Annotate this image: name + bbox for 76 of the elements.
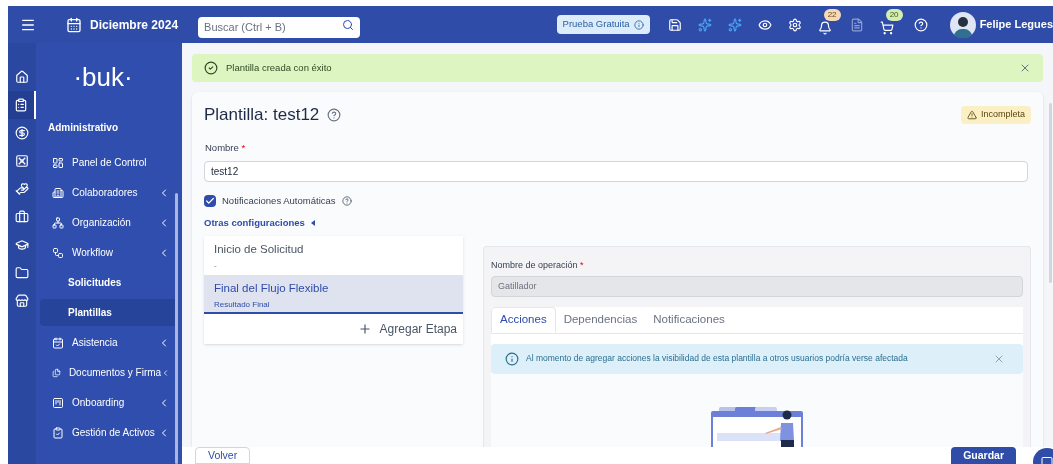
workflow-icon	[52, 246, 64, 259]
checkbox[interactable]	[204, 194, 216, 207]
hand-heart-icon[interactable]	[15, 182, 29, 196]
briefcase-icon[interactable]	[15, 210, 29, 224]
clipboard-icon[interactable]	[14, 98, 28, 112]
add-stage-button[interactable]: Agregar Etapa	[357, 320, 457, 338]
stage-item[interactable]: Final del Flujo Flexible Resultado Final	[204, 275, 463, 314]
field-label: Nombre *	[205, 141, 246, 153]
eye-icon[interactable]	[757, 17, 772, 32]
sidebar-item[interactable]: Workflow	[40, 239, 178, 266]
sidebar-item[interactable]: Plantillas	[40, 299, 178, 326]
cart-count: 20	[885, 8, 903, 21]
sparkle-icon[interactable]	[727, 17, 742, 32]
search-field[interactable]: Buscar (Ctrl + B)	[198, 16, 361, 38]
calendar-icon	[52, 336, 64, 349]
stage-subtitle: Resultado Final	[214, 299, 271, 312]
save-button[interactable]: Guardar	[951, 447, 1016, 464]
trial-badge[interactable]: Prueba Gratuita	[556, 15, 650, 34]
network-icon	[52, 216, 64, 229]
tab[interactable]: Dependencias	[555, 306, 646, 333]
sidebar-item[interactable]: Panel de Control	[40, 149, 178, 176]
sidebar-item[interactable]: Solicitudes	[40, 269, 178, 296]
dashboard-icon	[52, 156, 64, 169]
other-settings-link[interactable]: Otras configuraciones	[204, 215, 305, 230]
board-icon	[52, 396, 64, 409]
document-icon[interactable]	[849, 17, 864, 32]
clipboard-icon	[52, 426, 64, 439]
sidebar-item[interactable]: Colaboradores	[40, 179, 178, 206]
sparkle-icon[interactable]	[697, 17, 712, 32]
stage-title: Inicio de Solicitud	[214, 242, 305, 257]
calendar-icon	[66, 16, 82, 33]
sidebar-scrollbar[interactable]	[175, 193, 178, 464]
name-field[interactable]: test12	[204, 160, 1028, 182]
status-badge: Incompleta	[960, 106, 1031, 124]
warning-icon	[966, 109, 977, 120]
notification-count: 22	[823, 8, 841, 21]
avatar[interactable]	[949, 11, 976, 38]
save-icon[interactable]	[667, 17, 682, 32]
stage-title: Final del Flujo Flexible	[214, 281, 330, 296]
back-button[interactable]: Volver	[195, 447, 251, 464]
sidebar-item[interactable]: Onboarding	[40, 389, 178, 416]
tab[interactable]: Notificaciones	[645, 306, 733, 333]
stage-item[interactable]: Inicio de Solicitud -	[204, 236, 463, 275]
tab[interactable]: Acciones	[491, 306, 556, 333]
alert-message: Plantilla creada con éxito	[226, 60, 332, 75]
info-icon	[505, 351, 519, 366]
checkbox-label: Notificaciones Automáticas	[222, 193, 336, 208]
user-name[interactable]: Felipe Legues	[979, 16, 1053, 33]
bell-icon[interactable]	[817, 20, 832, 35]
stage-subtitle: -	[214, 260, 218, 273]
caret-icon[interactable]	[310, 219, 315, 226]
sidebar-item[interactable]: Asistencia	[40, 329, 178, 356]
sidebar-item[interactable]: Gestión de Activos	[40, 419, 178, 446]
settings-icon[interactable]	[787, 17, 802, 32]
page-scrollbar[interactable]	[1049, 103, 1052, 283]
page-title: Plantilla: test12	[204, 104, 320, 126]
section-title: Administrativo	[48, 121, 119, 135]
info-message: Al momento de agregar acciones la visibilidad de esta plantilla a otros usuarios podría verse afectada	[526, 352, 909, 365]
close-icon[interactable]	[1019, 62, 1031, 74]
store-icon[interactable]	[15, 294, 29, 308]
current-month[interactable]: Diciembre 2024	[90, 15, 179, 34]
info-icon	[633, 19, 644, 30]
dollar-icon[interactable]	[15, 126, 29, 140]
logo[interactable]: ·buk·	[24, 58, 182, 98]
sidebar-item[interactable]: Organización	[40, 209, 178, 236]
folder-icon[interactable]	[15, 266, 29, 280]
search-icon[interactable]	[342, 19, 355, 31]
graduation-cap-icon[interactable]	[15, 238, 29, 252]
cart-icon[interactable]	[879, 20, 894, 35]
check-circle-icon	[204, 61, 218, 75]
documents-icon	[52, 366, 61, 379]
field-label: Nombre de operación *	[491, 259, 585, 272]
help-icon[interactable]	[327, 107, 342, 122]
plus-icon	[357, 322, 372, 336]
sidebar-item[interactable]: Documentos y Firma	[40, 359, 178, 386]
home-icon[interactable]	[15, 70, 29, 84]
